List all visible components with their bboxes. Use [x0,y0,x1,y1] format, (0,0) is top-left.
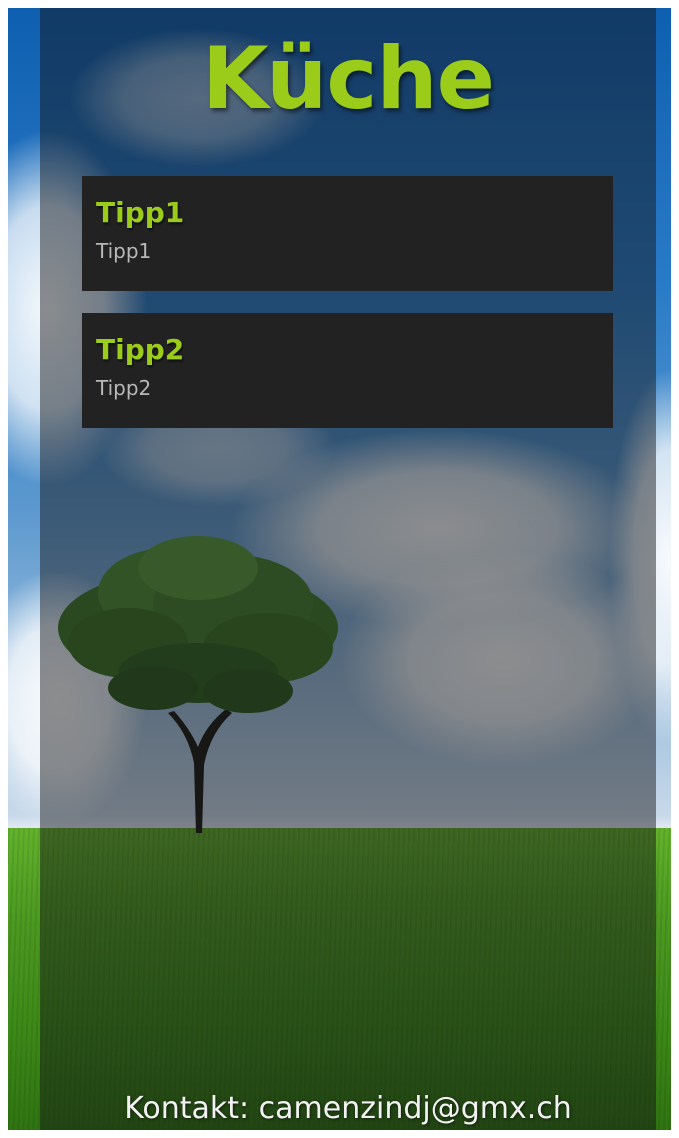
tip-subtitle: Tipp1 [96,239,152,263]
tip-title: Tipp2 [96,333,185,366]
list-item[interactable]: Tipp1 Tipp1 [82,176,613,291]
tip-list: Tipp1 Tipp1 Tipp2 Tipp2 [82,176,613,450]
page-title: Küche [202,29,495,129]
list-item[interactable]: Tipp2 Tipp2 [82,313,613,428]
tip-title: Tipp1 [96,196,185,229]
contact-footer: Kontakt: camenzindj@gmx.ch [124,1091,572,1126]
app-screen: Küche Tipp1 Tipp1 Tipp2 Tipp2 Kontakt: c… [0,0,679,1138]
tip-subtitle: Tipp2 [96,376,152,400]
